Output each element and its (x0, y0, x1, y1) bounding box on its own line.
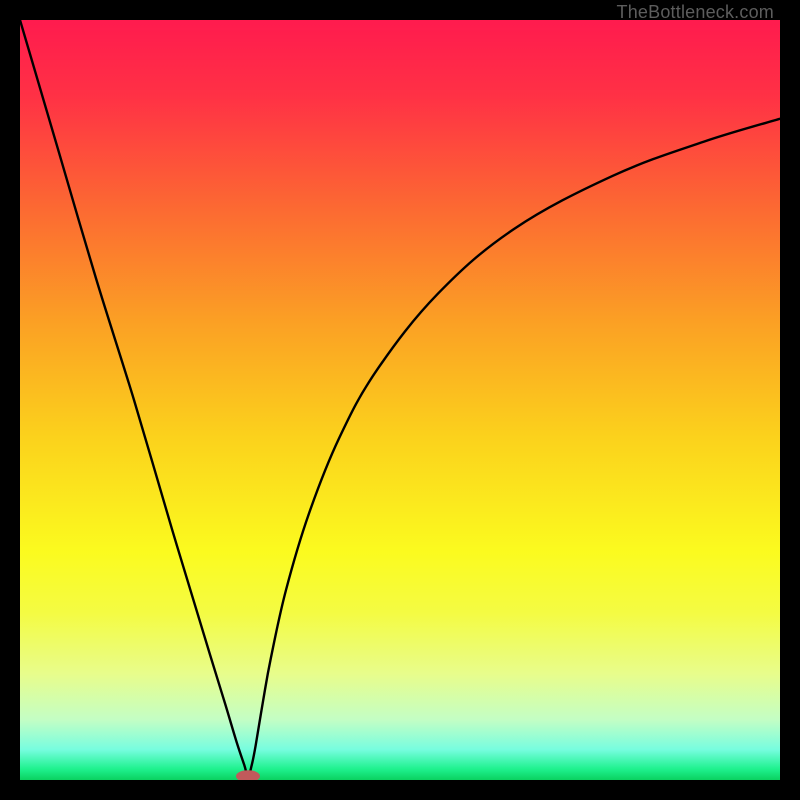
chart-frame: TheBottleneck.com (20, 20, 780, 780)
bottleneck-chart (20, 20, 780, 780)
